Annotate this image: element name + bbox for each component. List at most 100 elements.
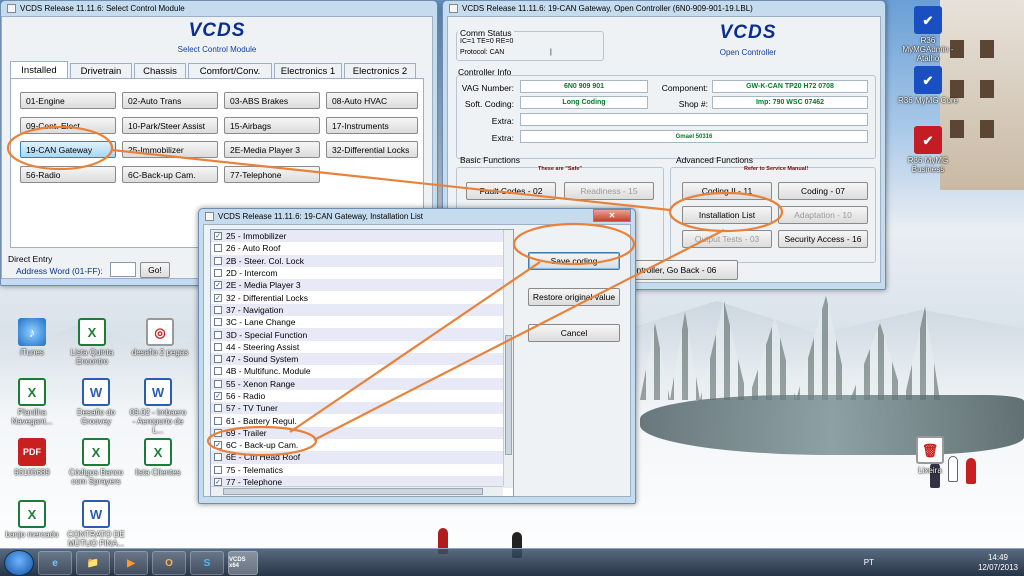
tab-comfort[interactable]: Comfort/Conv.: [188, 63, 272, 78]
module-button-08[interactable]: 08-Auto HVAC: [326, 92, 418, 109]
installation-list-item[interactable]: 6E - Ctrl Head Roof: [211, 451, 513, 464]
installation-list-item[interactable]: 44 - Steering Assist: [211, 341, 513, 353]
installation-list-item[interactable]: 61 - Battery Regul.: [211, 414, 513, 426]
installation-list-item[interactable]: ✓ 2E - Media Player 3: [211, 279, 513, 292]
system-clock[interactable]: 14:49 12/07/2013: [978, 553, 1018, 573]
desktop-icon[interactable]: X Lista Quinta Encontro: [62, 318, 122, 366]
installation-list-item[interactable]: 37 - Navigation: [211, 303, 513, 317]
desktop-icon[interactable]: ◎ desafio 2 pegas: [130, 318, 190, 357]
desktop-icon[interactable]: W CONTRATO DE MÚTUO FINA...: [66, 500, 126, 548]
checkbox[interactable]: [214, 453, 222, 462]
desktop-icon[interactable]: X Planilha Navegant...: [2, 378, 62, 426]
installation-list-item[interactable]: 2D - Intercom: [211, 267, 513, 279]
window-titlebar[interactable]: VCDS Release 11.11.6: 19-CAN Gateway, In…: [199, 209, 635, 223]
tab-installed[interactable]: Installed: [10, 61, 68, 78]
cancel-button[interactable]: Cancel: [528, 324, 620, 342]
desktop-icon[interactable]: ✔ R36 MyMG Core: [898, 66, 958, 105]
installation-list-item[interactable]: 57 - TV Tuner: [211, 402, 513, 415]
file-explorer-icon[interactable]: 📁: [76, 551, 110, 575]
checkbox[interactable]: ✓: [214, 281, 222, 290]
output-tests-button[interactable]: Output Tests - 03: [682, 230, 772, 248]
checkbox[interactable]: [214, 244, 222, 253]
desktop-icon[interactable]: Xbanjo mercado: [2, 500, 62, 539]
installation-list-item[interactable]: 47 - Sound System: [211, 352, 513, 366]
checkbox[interactable]: [214, 367, 222, 376]
checkbox[interactable]: ✓: [214, 441, 222, 450]
installation-list-button[interactable]: Installation List: [682, 206, 772, 224]
checkbox[interactable]: [214, 379, 222, 388]
checkbox[interactable]: [214, 342, 222, 351]
tab-drivetrain[interactable]: Drivetrain: [70, 63, 132, 78]
restore-original-button[interactable]: Restore original value: [528, 288, 620, 306]
installation-list-item[interactable]: 3D - Special Function: [211, 328, 513, 341]
desktop-icon[interactable]: Xlista Clientes: [128, 438, 188, 477]
installation-list-item[interactable]: 2B - Steer. Col. Lock: [211, 254, 513, 267]
installation-list-item[interactable]: 4B - Multifunc. Module: [211, 365, 513, 377]
module-button-19-can-gateway[interactable]: 19-CAN Gateway: [20, 141, 116, 158]
checkbox[interactable]: [214, 330, 222, 339]
save-coding-button[interactable]: Save coding: [528, 252, 620, 270]
desktop-icon[interactable]: ✔ R36 MyMGAdmin - Atalho: [898, 6, 958, 63]
coding-07-button[interactable]: Coding - 07: [778, 182, 868, 200]
checkbox[interactable]: [214, 269, 222, 278]
checkbox[interactable]: [214, 305, 222, 314]
installation-list-item[interactable]: ✓ 56 - Radio: [211, 390, 513, 402]
module-button-25[interactable]: 25-Immobilizer: [122, 141, 218, 158]
desktop-icon[interactable]: W Desafio do Groovey: [66, 378, 126, 426]
coding-ii-button[interactable]: Coding II - 11: [682, 182, 772, 200]
module-button-2e[interactable]: 2E-Media Player 3: [224, 141, 320, 158]
scrollbar-thumb[interactable]: [505, 335, 512, 455]
checkbox[interactable]: [214, 256, 222, 265]
installation-list[interactable]: ✓ 25 - Immobilizer 26 - Auto Roof 2B - Stee…: [210, 229, 514, 497]
module-button-09[interactable]: 09-Cent. Elect.: [20, 117, 116, 134]
module-button-32[interactable]: 32-Differential Locks: [326, 141, 418, 158]
checkbox[interactable]: [214, 318, 222, 327]
module-button-01[interactable]: 01-Engine: [20, 92, 116, 109]
desktop-icon[interactable]: ✔ R36 MyMG Business: [898, 126, 958, 174]
module-button-03[interactable]: 03-ABS Brakes: [224, 92, 320, 109]
installation-list-item[interactable]: 26 - Auto Roof: [211, 242, 513, 254]
address-input[interactable]: [110, 262, 136, 277]
desktop-icon[interactable]: ♪ iTunes: [2, 318, 62, 357]
window-titlebar[interactable]: VCDS Release 11.11.6: Select Control Mod…: [1, 1, 437, 15]
start-button[interactable]: [4, 550, 34, 576]
checkbox[interactable]: ✓: [214, 293, 222, 302]
checkbox[interactable]: ✓: [214, 392, 222, 400]
tab-electronics-1[interactable]: Electronics 1: [274, 63, 342, 78]
desktop-icon[interactable]: W 09.02 - Imbaero - Aeroporto de L...: [128, 378, 188, 435]
security-access-button[interactable]: Security Access - 16: [778, 230, 868, 248]
outlook-icon[interactable]: O: [152, 551, 186, 575]
checkbox[interactable]: [214, 428, 222, 437]
module-button-02[interactable]: 02-Auto Trans: [122, 92, 218, 109]
installation-list-item[interactable]: 69 - Trailer: [211, 426, 513, 440]
installation-list-item[interactable]: ✓ 32 - Differential Locks: [211, 291, 513, 303]
installation-list-item[interactable]: ✓ 6C - Back-up Cam.: [211, 439, 513, 451]
tab-electronics-2[interactable]: Electronics 2: [344, 63, 416, 78]
internet-explorer-icon[interactable]: e: [38, 551, 72, 575]
installation-list-item[interactable]: ✓ 25 - Immobilizer: [211, 230, 513, 243]
module-button-10[interactable]: 10-Park/Steer Assist: [122, 117, 218, 134]
checkbox[interactable]: [214, 416, 222, 425]
language-indicator[interactable]: PT: [864, 558, 874, 567]
installation-list-item[interactable]: 3C - Lane Change: [211, 316, 513, 328]
desktop-icon[interactable]: 🗑 Lixeira: [900, 436, 960, 475]
module-button-6c[interactable]: 6C-Back-up Cam.: [122, 166, 218, 183]
module-button-56[interactable]: 56-Radio: [20, 166, 116, 183]
go-button[interactable]: Go!: [140, 262, 170, 278]
checkbox[interactable]: ✓: [214, 478, 222, 487]
fault-codes-button[interactable]: Fault Codes - 02: [466, 182, 556, 200]
horizontal-scrollbar[interactable]: [211, 486, 503, 496]
window-titlebar[interactable]: VCDS Release 11.11.6: 19-CAN Gateway, Op…: [443, 1, 885, 15]
skype-icon[interactable]: S: [190, 551, 224, 575]
checkbox[interactable]: ✓: [214, 232, 222, 241]
module-button-17[interactable]: 17-Instruments: [326, 117, 418, 134]
scrollbar-thumb[interactable]: [223, 488, 483, 495]
close-icon[interactable]: ✕: [593, 209, 631, 222]
adaptation-button[interactable]: Adaptation - 10: [778, 206, 868, 224]
vcds-taskbar-button[interactable]: VCDS x64: [228, 551, 258, 575]
checkbox[interactable]: [214, 465, 222, 474]
checkbox[interactable]: [214, 355, 222, 364]
installation-list-item[interactable]: 55 - Xenon Range: [211, 377, 513, 390]
vertical-scrollbar[interactable]: [503, 230, 513, 486]
desktop-icon[interactable]: PDF 93105689: [2, 438, 62, 477]
